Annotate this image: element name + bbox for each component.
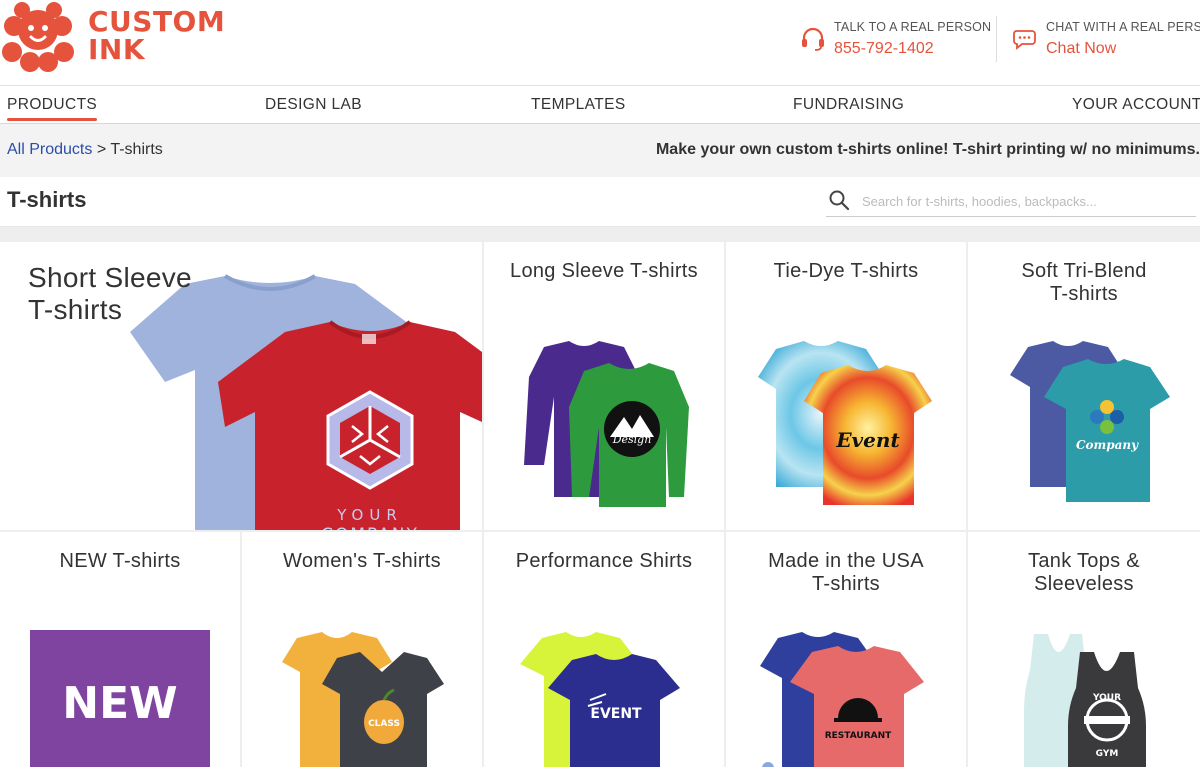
tie-dye-tshirts-image: Event	[758, 341, 932, 505]
phone-label: TALK TO A REAL PERSON	[834, 20, 992, 34]
category-tile-tri-blend[interactable]: Soft Tri-Blend T-shirts Company	[968, 242, 1200, 530]
new-badge-image: NEW	[30, 630, 210, 767]
category-tile-tank-tops[interactable]: Tank Tops & Sleeveless YOUR GYM	[968, 532, 1200, 767]
category-title: Soft Tri-Blend T-shirts	[1021, 260, 1147, 305]
phone-contact[interactable]: TALK TO A REAL PERSON 855-792-1402	[800, 16, 992, 66]
category-title: Tie-Dye T-shirts	[773, 260, 919, 282]
svg-text:CLASS: CLASS	[368, 719, 400, 729]
category-tile-tie-dye[interactable]: Tie-Dye T-shirts Event	[726, 242, 966, 530]
breadcrumb-current: T-shirts	[110, 141, 163, 158]
category-grid: Short Sleeve T-shirts YOUR COMPANY Long …	[0, 227, 1200, 767]
category-title: Made in the USA T-shirts	[768, 550, 924, 595]
tank-tops-image: YOUR GYM	[1024, 634, 1146, 767]
breadcrumb: All Products > T-shirts	[7, 141, 163, 159]
category-tile-short-sleeve[interactable]: Short Sleeve T-shirts YOUR COMPANY	[0, 242, 482, 530]
new-badge-text: NEW	[62, 678, 178, 729]
category-tile-performance[interactable]: Performance Shirts EVENT	[484, 532, 724, 767]
breadcrumb-all-products[interactable]: All Products	[7, 141, 92, 158]
long-sleeve-tshirts-image: Design	[524, 341, 689, 507]
logo-wordmark: CUSTOM INK	[88, 5, 226, 66]
nav-design-lab[interactable]: DESIGN LAB	[265, 96, 362, 114]
headset-icon	[802, 27, 824, 51]
category-title: Women's T-shirts	[283, 550, 441, 572]
breadcrumb-bar: All Products > T-shirts Make your own cu…	[0, 124, 1200, 177]
category-title: Tank Tops & Sleeveless	[1028, 550, 1140, 595]
title-bar: T-shirts	[0, 177, 1200, 227]
svg-text:COMPANY: COMPANY	[321, 525, 419, 530]
search-input[interactable]	[862, 190, 1182, 212]
svg-text:Company: Company	[1076, 438, 1139, 452]
nav-fundraising[interactable]: FUNDRAISING	[793, 96, 904, 114]
svg-text:EVENT: EVENT	[590, 706, 642, 722]
nav-your-account[interactable]: YOUR ACCOUNT	[1072, 96, 1200, 114]
svg-text:Design: Design	[612, 433, 652, 446]
nav-products[interactable]: PRODUCTS	[7, 96, 98, 121]
svg-text:Event: Event	[835, 428, 900, 452]
category-title: Short Sleeve T-shirts	[28, 262, 192, 325]
chat-label: CHAT WITH A REAL PERSON	[1046, 20, 1200, 34]
custom-ink-logo[interactable]: CUSTOM INK	[0, 0, 225, 80]
tri-blend-tshirts-image: Company	[1010, 341, 1170, 502]
category-tile-long-sleeve[interactable]: Long Sleeve T-shirts Design	[484, 242, 724, 530]
category-tile-new[interactable]: NEW T-shirts NEW	[0, 532, 240, 767]
category-title: NEW T-shirts	[59, 550, 181, 572]
category-title: Long Sleeve T-shirts	[510, 260, 698, 282]
svg-text:GYM: GYM	[1096, 749, 1119, 759]
svg-text:YOUR: YOUR	[1092, 693, 1121, 703]
page-title: T-shirts	[7, 187, 87, 212]
performance-shirts-image: EVENT	[520, 632, 680, 767]
breadcrumb-separator: >	[96, 141, 107, 158]
page-tagline: Make your own custom t-shirts online! T-…	[655, 141, 1200, 158]
svg-text:YOUR: YOUR	[336, 506, 403, 524]
search-box[interactable]	[826, 187, 1196, 217]
octopus-logo-icon	[2, 2, 74, 72]
chat-contact[interactable]: CHAT WITH A REAL PERSON Chat Now	[1012, 16, 1200, 66]
svg-text:RESTAURANT: RESTAURANT	[825, 731, 892, 741]
nav-templates[interactable]: TEMPLATES	[531, 96, 626, 114]
chat-bubble-icon	[1013, 30, 1036, 50]
main-nav: PRODUCTS DESIGN LAB TEMPLATES FUNDRAISIN…	[0, 86, 1200, 124]
womens-tshirts-image: CLASS	[282, 632, 444, 767]
chat-now-link[interactable]: Chat Now	[1046, 40, 1116, 58]
phone-number[interactable]: 855-792-1402	[834, 40, 934, 58]
category-title: Performance Shirts	[515, 550, 693, 572]
search-icon[interactable]	[828, 189, 850, 211]
category-tile-womens[interactable]: Women's T-shirts CLASS	[242, 532, 482, 767]
site-header: CUSTOM INK TALK TO A REAL PERSON 855-792…	[0, 0, 1200, 86]
header-divider	[996, 16, 997, 62]
made-in-usa-tshirts-image: RESTAURANT	[760, 632, 924, 767]
category-tile-made-in-usa[interactable]: Made in the USA T-shirts RESTAURANT	[726, 532, 966, 767]
